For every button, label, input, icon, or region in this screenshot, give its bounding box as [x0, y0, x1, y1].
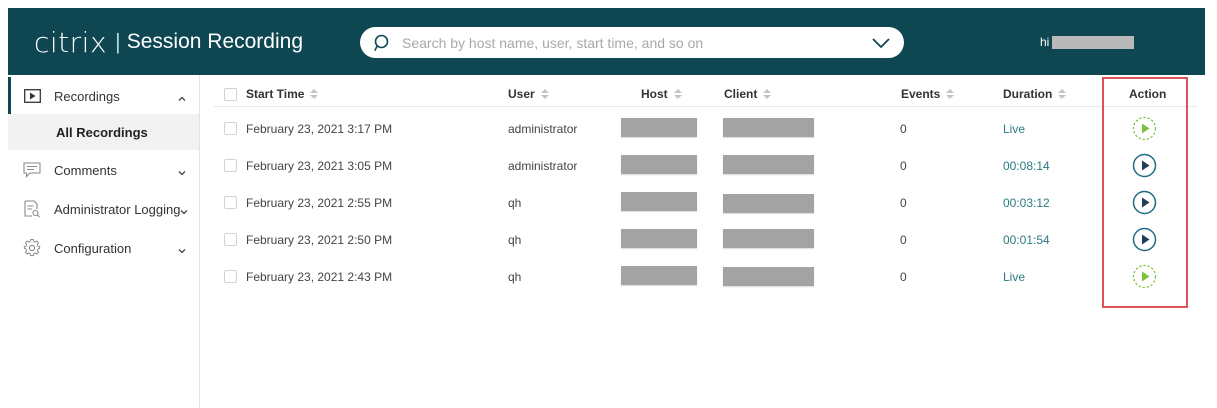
log-icon [23, 200, 41, 218]
start-time-cell: February 23, 2021 2:50 PM [246, 233, 393, 247]
app-header: citrix | Session Recording hi [8, 8, 1205, 75]
sidebar-item-label: Comments [54, 162, 117, 178]
events-cell: 0 [900, 122, 907, 136]
brand-separator: | [115, 29, 121, 54]
brand[interactable]: citrix | Session Recording [34, 25, 303, 59]
row-checkbox[interactable] [224, 122, 237, 135]
table-row[interactable]: February 23, 2021 3:17 PM administrator … [214, 110, 1198, 147]
redacted-client [723, 267, 814, 286]
column-label: Start Time [246, 87, 305, 101]
table-row[interactable]: February 23, 2021 2:50 PM qh 0 00:01:54 [214, 221, 1198, 258]
comment-icon [23, 161, 41, 179]
citrix-logo: citrix [34, 25, 108, 59]
sidebar-item-configuration[interactable]: Configuration [8, 229, 199, 267]
row-checkbox[interactable] [224, 270, 237, 283]
chevron-up-icon[interactable] [177, 91, 187, 101]
sort-icon[interactable] [540, 88, 549, 100]
sidebar: Recordings All Recordings Comments Admin… [8, 75, 200, 408]
sort-icon[interactable] [763, 88, 772, 100]
table-header: Start Time User Host Client Events Durat… [214, 83, 1198, 107]
sort-icon[interactable] [673, 88, 682, 100]
user-menu[interactable]: hi [1040, 35, 1135, 49]
user-cell: qh [508, 233, 522, 247]
start-time-cell: February 23, 2021 3:17 PM [246, 122, 393, 136]
chevron-down-icon[interactable] [870, 32, 892, 54]
events-cell: 0 [900, 270, 907, 284]
duration-cell: 00:08:14 [1003, 159, 1050, 173]
table-row[interactable]: February 23, 2021 3:05 PM administrator … [214, 147, 1198, 184]
column-label: Client [724, 87, 758, 101]
row-checkbox[interactable] [224, 159, 237, 172]
column-label: User [508, 87, 535, 101]
column-client[interactable]: Client [724, 87, 772, 101]
duration-cell: 00:01:54 [1003, 233, 1050, 247]
start-time-cell: February 23, 2021 2:43 PM [246, 270, 393, 284]
column-label: Host [641, 87, 668, 101]
sidebar-item-label: Recordings [54, 88, 120, 104]
sidebar-item-recordings[interactable]: Recordings [8, 77, 199, 115]
column-user[interactable]: User [508, 87, 549, 101]
search-input[interactable] [402, 30, 862, 55]
column-host[interactable]: Host [641, 87, 682, 101]
row-checkbox[interactable] [224, 233, 237, 246]
column-duration[interactable]: Duration [1003, 87, 1067, 101]
user-cell: administrator [508, 122, 578, 136]
redacted-host [621, 192, 697, 211]
sort-icon[interactable] [1058, 88, 1067, 100]
action-column-highlight [1102, 77, 1188, 308]
duration-cell: Live [1003, 122, 1026, 136]
gear-icon [23, 239, 41, 257]
product-name: Session Recording [126, 30, 303, 53]
sidebar-item-administrator-logging[interactable]: Administrator Logging [8, 190, 199, 228]
play-box-icon [23, 87, 41, 105]
column-label: Events [901, 87, 941, 101]
sidebar-item-label: Administrator Logging [54, 201, 181, 217]
redacted-host [621, 155, 697, 174]
events-cell: 0 [900, 196, 907, 210]
start-time-cell: February 23, 2021 2:55 PM [246, 196, 393, 210]
events-cell: 0 [900, 233, 907, 247]
duration-cell: 00:03:12 [1003, 196, 1050, 210]
redacted-client [723, 194, 814, 213]
redacted-client [723, 155, 814, 174]
column-label: Duration [1003, 87, 1053, 101]
user-cell: qh [508, 196, 522, 210]
redacted-host [621, 118, 697, 137]
row-checkbox[interactable] [224, 196, 237, 209]
search-bar[interactable] [360, 27, 904, 58]
table-row[interactable]: February 23, 2021 2:43 PM qh 0 Live [214, 258, 1198, 295]
user-greeting: hi [1040, 35, 1050, 49]
chevron-down-icon[interactable] [179, 204, 189, 215]
duration-cell: Live [1003, 270, 1026, 284]
user-cell: qh [508, 270, 522, 284]
redacted-user-name [1052, 35, 1135, 49]
sidebar-item-all-recordings[interactable]: All Recordings [8, 114, 199, 150]
search-icon[interactable] [370, 30, 396, 56]
redacted-client [723, 229, 814, 248]
start-time-cell: February 23, 2021 3:05 PM [246, 159, 393, 173]
select-all-checkbox[interactable] [224, 88, 237, 101]
user-cell: administrator [508, 159, 578, 173]
sidebar-item-label: Configuration [54, 240, 132, 256]
events-cell: 0 [900, 159, 907, 173]
sort-icon[interactable] [946, 88, 955, 100]
table-row[interactable]: February 23, 2021 2:55 PM qh 0 00:03:12 [214, 184, 1198, 221]
sort-icon[interactable] [310, 88, 319, 100]
column-start-time[interactable]: Start Time [246, 87, 319, 101]
redacted-host [621, 266, 697, 285]
chevron-down-icon[interactable] [177, 243, 187, 254]
sidebar-subitem-label: All Recordings [56, 124, 148, 140]
sidebar-item-comments[interactable]: Comments [8, 151, 199, 189]
redacted-host [621, 229, 697, 248]
column-events[interactable]: Events [901, 87, 955, 101]
redacted-client [723, 118, 814, 137]
chevron-down-icon[interactable] [177, 165, 187, 176]
